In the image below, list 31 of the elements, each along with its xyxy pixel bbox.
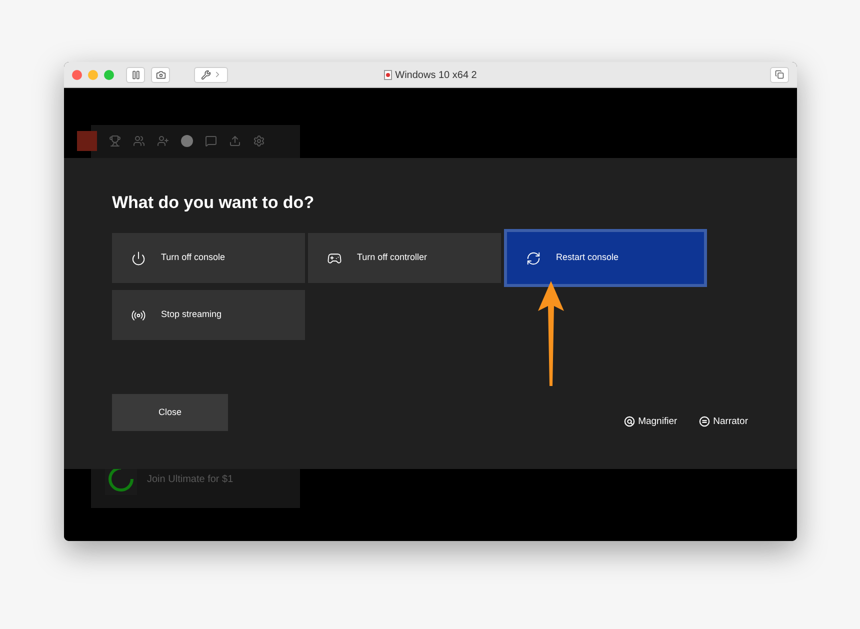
magnifier-icon [624,416,636,428]
gamepad-icon [327,250,342,266]
option-button[interactable]: Restart console [504,229,707,287]
pause-button[interactable] [126,66,145,82]
accessibility-button[interactable]: Narrator [699,414,748,429]
close-button[interactable]: Close [112,394,228,431]
camera-icon [156,70,166,80]
document-icon [384,70,392,80]
settings-button[interactable] [194,66,228,82]
option-button[interactable]: Turn off controller [308,233,501,283]
accessibility-button[interactable]: Magnifier [624,414,678,429]
wrench-icon [200,70,210,80]
snapshot-button[interactable] [151,66,170,82]
promo-text: Join Ultimate for $1 [147,472,234,486]
power-icon [131,250,146,266]
chat-icon [205,135,217,147]
broadcast-icon [131,308,146,322]
fullscreen-button[interactable] [770,66,789,82]
window-title: Windows 10 x64 2 [395,68,477,82]
refresh-icon [526,250,541,266]
people-icon [133,135,145,147]
option-button[interactable]: Stop streaming [112,290,305,340]
dialog-title: What do you want to do? [112,192,316,214]
trophy-icon [109,135,121,147]
option-button[interactable]: Turn off console [112,233,305,283]
profile-icon [77,131,97,151]
settings-icon [253,135,265,147]
upload-icon [229,135,241,147]
pause-icon [130,70,140,80]
narrator-icon [699,416,710,428]
person-icon [157,135,169,147]
